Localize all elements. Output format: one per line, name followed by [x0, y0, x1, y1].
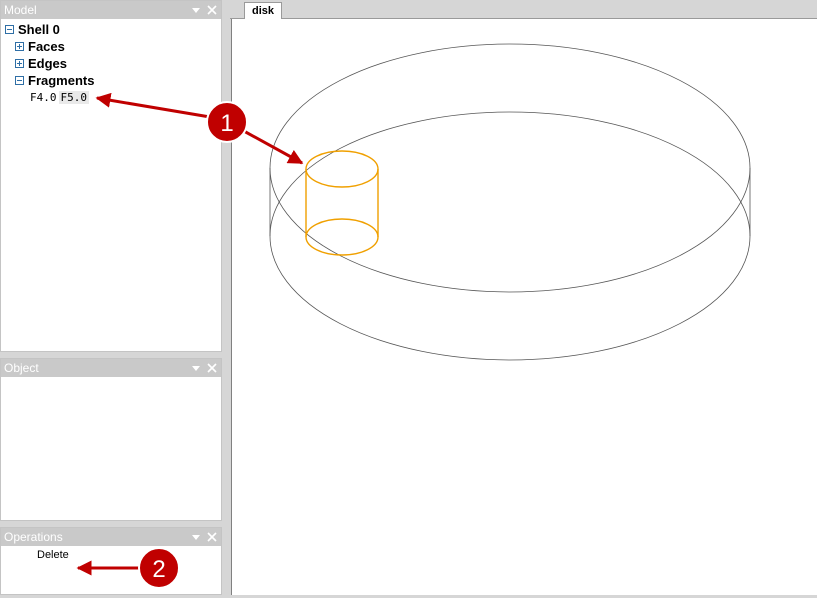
callout-number: 1 — [220, 110, 233, 137]
annotation-overlay: 1 2 — [76, 92, 304, 589]
callout-badge-1: 1 — [206, 101, 248, 143]
callout-number: 2 — [152, 556, 165, 583]
callout-arrow-to-cylinder — [241, 128, 304, 165]
callout-badge-2: 2 — [138, 547, 180, 589]
callout-arrow-to-fragment — [95, 92, 211, 119]
